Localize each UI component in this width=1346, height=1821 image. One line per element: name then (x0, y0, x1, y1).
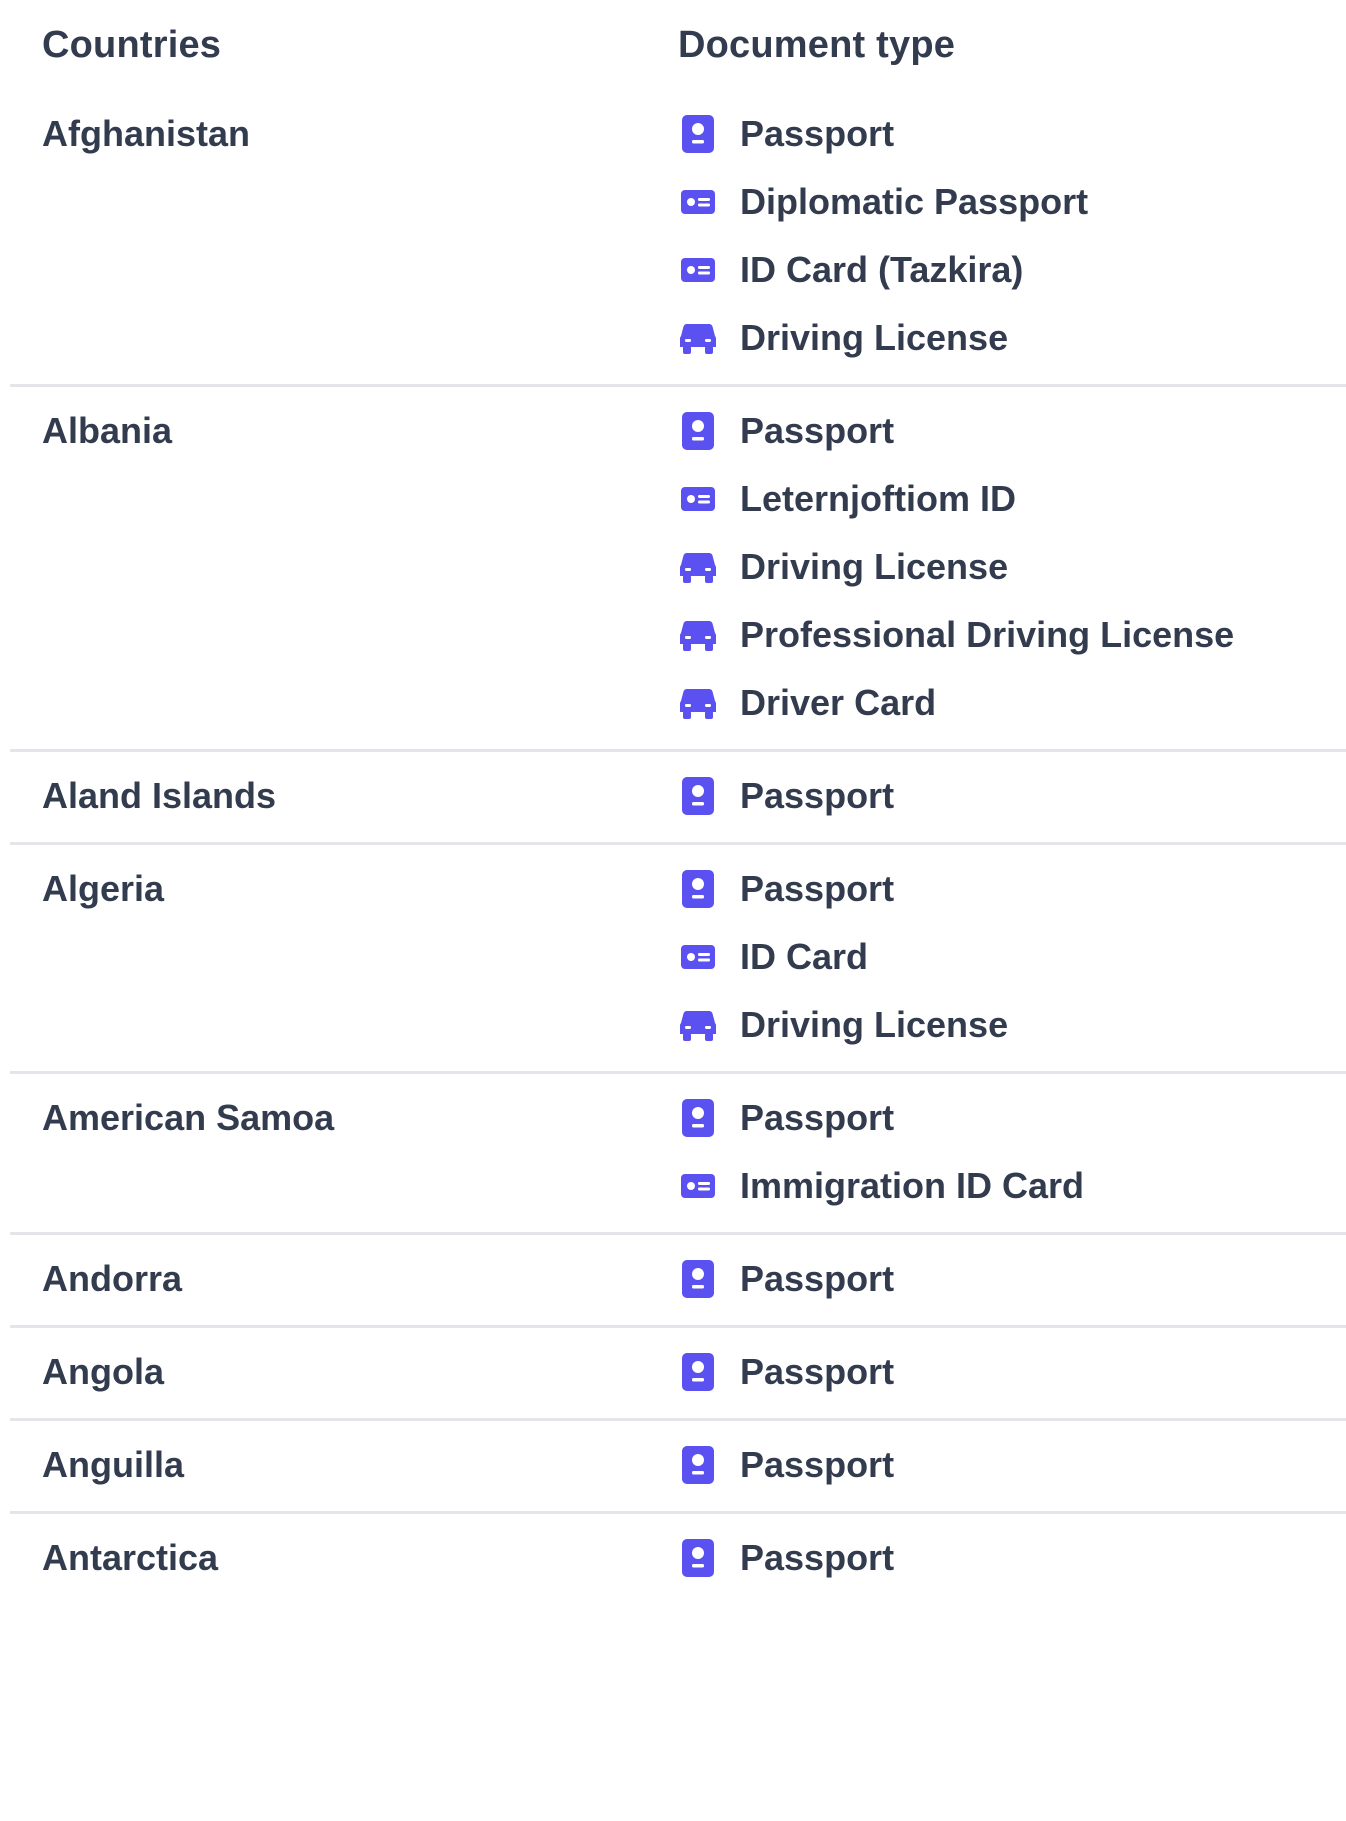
header-document-type: Document type (678, 23, 956, 66)
passport-icon (678, 409, 718, 453)
document-item: ID Card (678, 935, 1346, 979)
table-header: Countries Document type (10, 0, 1346, 90)
document-item: Professional Driving License (678, 613, 1346, 657)
document-list: Passport (678, 1421, 1346, 1511)
document-item: Passport (678, 1536, 1346, 1580)
car-icon (678, 681, 718, 725)
id-card-icon (678, 477, 718, 521)
document-label: Passport (740, 1537, 895, 1578)
car-icon (678, 316, 718, 360)
table-row: Angola Passport (10, 1328, 1346, 1421)
document-item: Passport (678, 1443, 1346, 1487)
document-label: Passport (740, 1258, 895, 1299)
document-label: Driving License (740, 546, 1009, 587)
document-label: Passport (740, 1351, 895, 1392)
document-label: Passport (740, 775, 895, 816)
document-list: Passport Diplomatic Passport ID Card (Ta… (678, 90, 1346, 384)
document-item: Passport (678, 774, 1346, 818)
table-body: Afghanistan Passport Diplomatic Passport… (10, 90, 1346, 1604)
document-label: Diplomatic Passport (740, 181, 1089, 222)
document-label: ID Card (740, 936, 869, 977)
document-list: Passport Leternjoftiom ID Driving Licens… (678, 387, 1346, 749)
document-label: Driving License (740, 317, 1009, 358)
id-card-icon (678, 248, 718, 292)
document-item: Driving License (678, 545, 1346, 589)
country-name: Afghanistan (42, 113, 251, 154)
car-icon (678, 1003, 718, 1047)
document-label: Immigration ID Card (740, 1165, 1085, 1206)
passport-icon (678, 1257, 718, 1301)
table-row: Algeria Passport ID Card Driving License (10, 845, 1346, 1074)
passport-icon (678, 1350, 718, 1394)
country-name: Antarctica (42, 1537, 219, 1578)
document-label: Professional Driving License (740, 614, 1235, 655)
document-label: Leternjoftiom ID (740, 478, 1016, 519)
passport-icon (678, 1536, 718, 1580)
header-countries: Countries (42, 23, 222, 66)
countries-document-table: Countries Document type Afghanistan Pass… (10, 0, 1346, 1604)
passport-icon (678, 1096, 718, 1140)
passport-icon (678, 774, 718, 818)
document-label: Passport (740, 410, 895, 451)
document-list: Passport (678, 1235, 1346, 1325)
document-item: Passport (678, 867, 1346, 911)
document-item: Diplomatic Passport (678, 180, 1346, 224)
document-item: Passport (678, 1096, 1346, 1140)
id-card-icon (678, 180, 718, 224)
country-name: Algeria (42, 868, 165, 909)
country-name: Andorra (42, 1258, 183, 1299)
document-item: Driving License (678, 1003, 1346, 1047)
table-row: Aland Islands Passport (10, 752, 1346, 845)
country-name: Anguilla (42, 1444, 184, 1485)
table-row: Anguilla Passport (10, 1421, 1346, 1514)
document-item: Leternjoftiom ID (678, 477, 1346, 521)
table-row: Antarctica Passport (10, 1514, 1346, 1604)
country-name: Angola (42, 1351, 164, 1392)
document-list: Passport (678, 1514, 1346, 1604)
document-item: Driver Card (678, 681, 1346, 725)
car-icon (678, 613, 718, 657)
document-item: Passport (678, 1350, 1346, 1394)
document-label: Driver Card (740, 682, 937, 723)
passport-icon (678, 867, 718, 911)
table-row: Afghanistan Passport Diplomatic Passport… (10, 90, 1346, 387)
country-name: Aland Islands (42, 775, 277, 816)
document-item: Passport (678, 1257, 1346, 1301)
document-list: Passport (678, 752, 1346, 842)
country-name: Albania (42, 410, 173, 451)
document-list: Passport (678, 1328, 1346, 1418)
table-row: American Samoa Passport Immigration ID C… (10, 1074, 1346, 1235)
document-label: Passport (740, 868, 895, 909)
document-label: Passport (740, 1097, 895, 1138)
table-row: Andorra Passport (10, 1235, 1346, 1328)
document-list: Passport Immigration ID Card (678, 1074, 1346, 1232)
id-card-icon (678, 935, 718, 979)
document-label: ID Card (Tazkira) (740, 249, 1024, 290)
table-row: Albania Passport Leternjoftiom ID Drivin… (10, 387, 1346, 752)
document-list: Passport ID Card Driving License (678, 845, 1346, 1071)
passport-icon (678, 1443, 718, 1487)
car-icon (678, 545, 718, 589)
document-item: Passport (678, 409, 1346, 453)
document-item: Driving License (678, 316, 1346, 360)
document-label: Passport (740, 113, 895, 154)
passport-icon (678, 112, 718, 156)
document-item: ID Card (Tazkira) (678, 248, 1346, 292)
document-label: Driving License (740, 1004, 1009, 1045)
country-name: American Samoa (42, 1097, 335, 1138)
document-item: Passport (678, 112, 1346, 156)
document-item: Immigration ID Card (678, 1164, 1346, 1208)
document-label: Passport (740, 1444, 895, 1485)
id-card-icon (678, 1164, 718, 1208)
